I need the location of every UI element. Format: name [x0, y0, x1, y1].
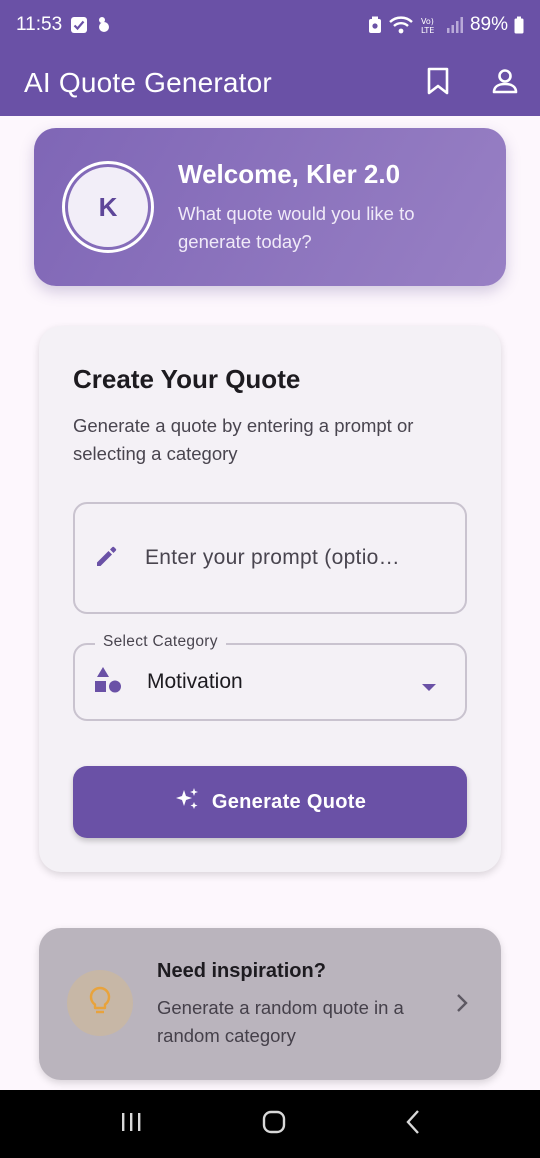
- back-icon[interactable]: [405, 1109, 421, 1140]
- create-quote-card: Create Your Quote Generate a quote by en…: [39, 326, 501, 872]
- category-label: Select Category: [95, 633, 226, 651]
- prompt-input[interactable]: Enter your prompt (optio…: [73, 502, 467, 614]
- checkbox-notification-icon: [70, 16, 88, 34]
- app-bar: AI Quote Generator: [0, 50, 540, 116]
- avatar-ring: K: [62, 161, 154, 253]
- home-icon[interactable]: [261, 1109, 287, 1140]
- category-shapes-icon: [93, 665, 123, 700]
- lightbulb-icon: [88, 986, 112, 1021]
- inspiration-card[interactable]: Need inspiration? Generate a random quot…: [39, 928, 501, 1080]
- inspiration-subtitle: Generate a random quote in a random cate…: [157, 997, 404, 1046]
- welcome-subtitle: What quote would you like to generate to…: [178, 202, 415, 252]
- volte-icon: Vo) LTE: [420, 15, 440, 35]
- sparkle-icon: [174, 786, 200, 818]
- prompt-placeholder: Enter your prompt (optio…: [145, 546, 400, 569]
- category-select[interactable]: Select Category Motivation: [73, 633, 467, 721]
- bookmark-icon[interactable]: [426, 67, 450, 100]
- battery-saver-icon: [368, 16, 382, 34]
- signal-icon: [446, 16, 464, 34]
- account-icon[interactable]: [492, 68, 518, 99]
- recent-apps-icon[interactable]: [119, 1111, 143, 1138]
- chevron-right-icon: [455, 992, 469, 1019]
- status-bar: 11:53 Vo) LTE 89%: [0, 0, 540, 50]
- fan-notification-icon: [96, 16, 112, 34]
- create-description: Generate a quote by entering a prompt or…: [73, 415, 414, 464]
- system-nav-bar: [0, 1090, 540, 1158]
- svg-text:LTE: LTE: [421, 26, 434, 35]
- svg-text:Vo): Vo): [421, 17, 434, 26]
- lightbulb-badge: [67, 970, 133, 1036]
- inspiration-title: Need inspiration?: [157, 960, 326, 982]
- category-value: Motivation: [147, 670, 243, 693]
- status-time: 11:53: [16, 14, 63, 35]
- generate-quote-label: Generate Quote: [211, 790, 367, 813]
- wifi-icon: [388, 15, 414, 35]
- welcome-title: Welcome, Kler 2.0: [178, 158, 401, 189]
- dropdown-arrow-icon: [421, 679, 437, 697]
- edit-pencil-icon: [93, 542, 121, 575]
- battery-percent: 89%: [469, 14, 508, 35]
- create-title: Create Your Quote: [73, 364, 301, 394]
- generate-quote-button[interactable]: Generate Quote: [73, 766, 467, 838]
- avatar[interactable]: K: [68, 167, 148, 247]
- welcome-card: K Welcome, Kler 2.0 What quote would you…: [34, 128, 506, 286]
- battery-icon: [514, 16, 524, 34]
- app-title: AI Quote Generator: [24, 67, 272, 98]
